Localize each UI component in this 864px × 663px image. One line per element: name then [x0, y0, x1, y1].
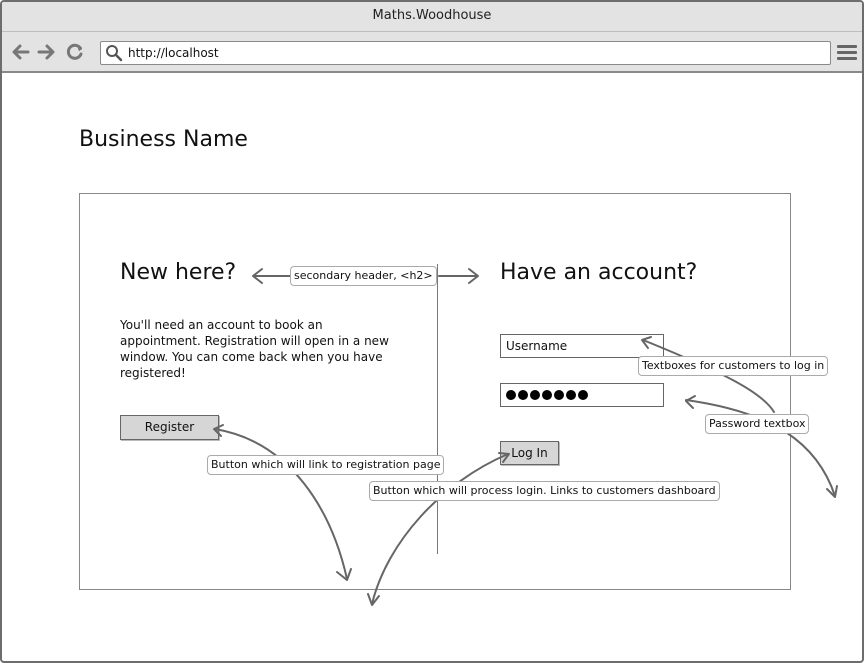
- search-icon: [106, 45, 123, 62]
- password-mask-dot: [554, 390, 564, 400]
- register-annotation: Button which will link to registration p…: [207, 455, 445, 475]
- forward-arrow-icon[interactable]: [35, 41, 57, 63]
- url-text: http://localhost: [128, 46, 219, 60]
- hamburger-menu-icon[interactable]: [837, 43, 857, 63]
- password-mask-dot: [542, 390, 552, 400]
- password-annotation: Password textbox: [705, 414, 810, 434]
- have-account-heading: Have an account?: [500, 260, 698, 285]
- address-bar[interactable]: http://localhost: [100, 41, 831, 65]
- login-annotation: Button which will process login. Links t…: [369, 481, 720, 501]
- register-button[interactable]: Register: [120, 415, 219, 440]
- password-mask-dot: [530, 390, 540, 400]
- browser-window: Maths.Woodhouse http://localhost Busines…: [0, 0, 864, 663]
- textboxes-annotation: Textboxes for customers to log in: [638, 356, 829, 376]
- username-field[interactable]: Username: [500, 334, 664, 358]
- username-value: Username: [506, 339, 568, 353]
- password-mask-dot: [506, 390, 516, 400]
- panel-divider: [437, 264, 438, 554]
- new-here-heading: New here?: [120, 260, 237, 285]
- password-mask-dot: [518, 390, 528, 400]
- registration-info-text: You'll need an account to book an appoin…: [120, 318, 389, 380]
- login-panel: [79, 193, 791, 590]
- password-mask: [506, 390, 588, 400]
- login-button[interactable]: Log In: [500, 441, 559, 465]
- browser-toolbar: http://localhost: [2, 32, 862, 73]
- header-annotation: secondary header, <h2>: [290, 266, 437, 286]
- window-title: Maths.Woodhouse: [2, 2, 862, 32]
- reload-icon[interactable]: [64, 41, 86, 63]
- password-field[interactable]: [500, 383, 664, 407]
- password-mask-dot: [578, 390, 588, 400]
- password-mask-dot: [566, 390, 576, 400]
- back-arrow-icon[interactable]: [10, 41, 32, 63]
- business-name: Business Name: [79, 127, 248, 152]
